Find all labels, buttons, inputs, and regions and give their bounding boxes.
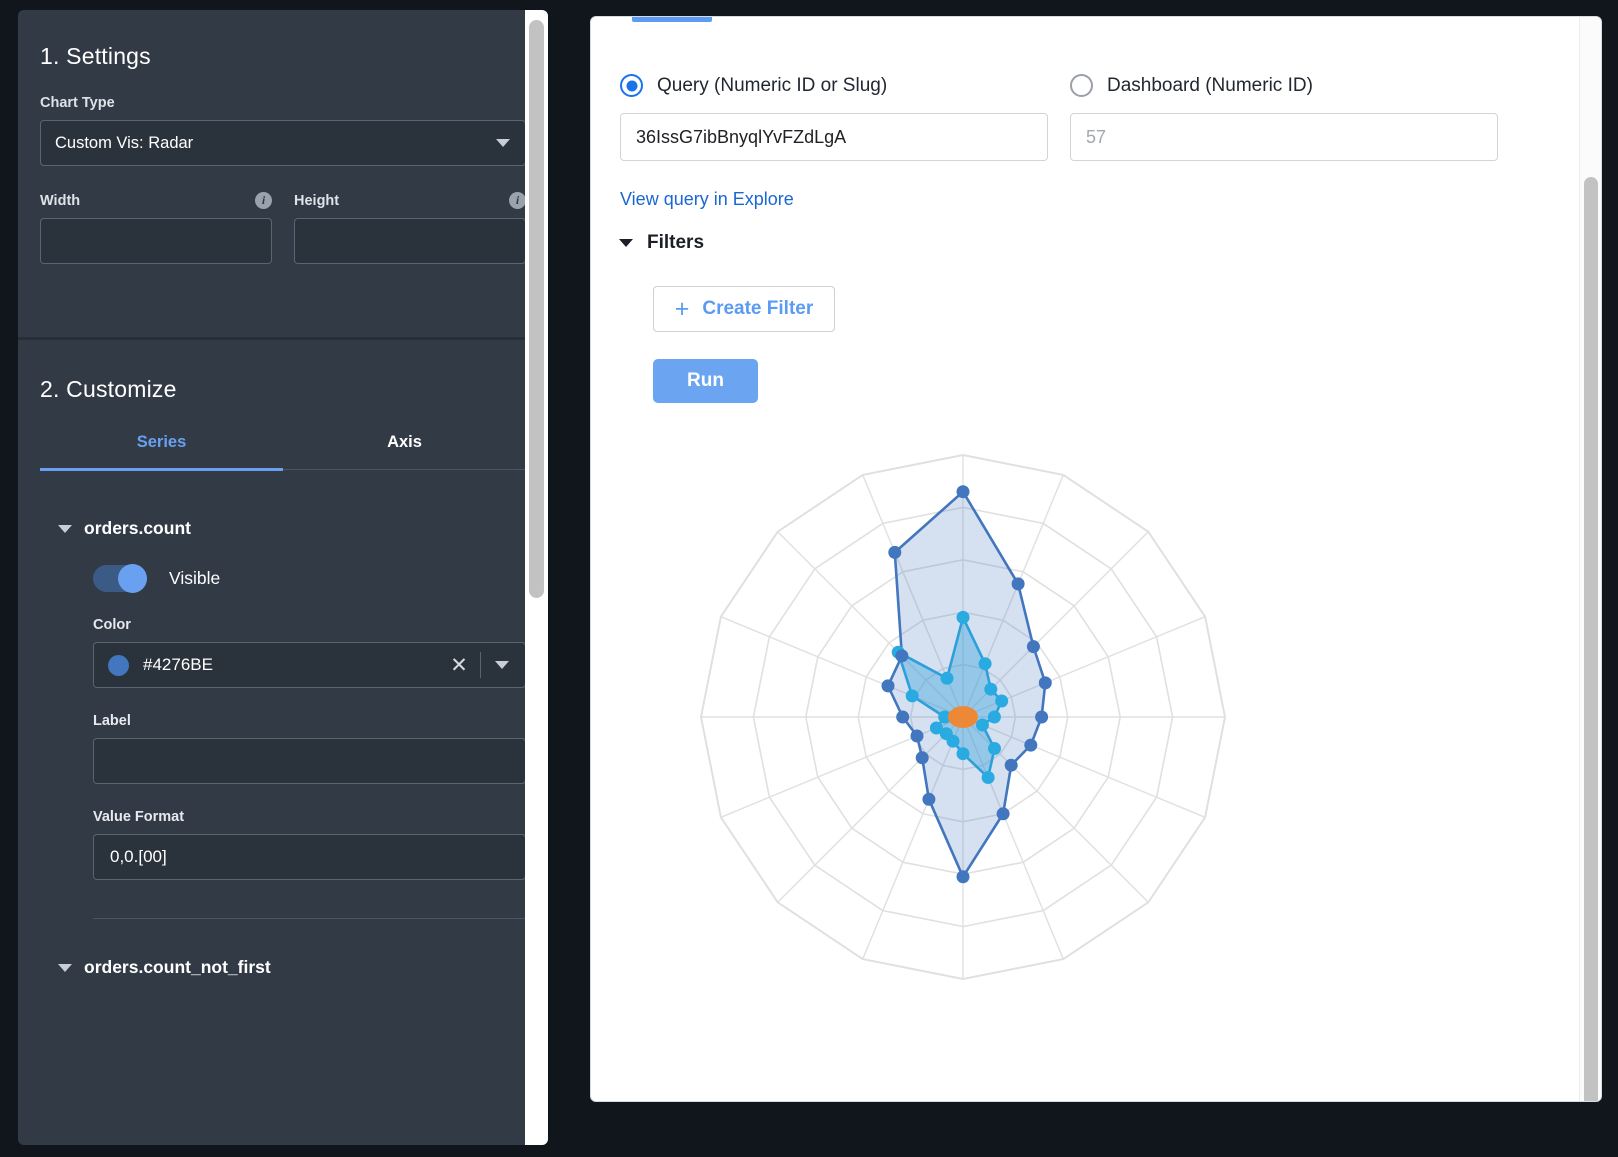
radio-dashboard[interactable]: Dashboard (Numeric ID) — [1070, 74, 1520, 97]
chart-type-value: Custom Vis: Radar — [40, 120, 526, 166]
filters-label: Filters — [647, 232, 704, 254]
height-field-group: Height i — [294, 166, 526, 264]
panel-scrollbar-thumb[interactable] — [1584, 177, 1598, 1102]
value-format-input[interactable]: 0,0.[00] — [93, 834, 526, 880]
width-input[interactable] — [40, 218, 272, 264]
info-icon[interactable]: i — [255, 192, 272, 209]
value-format-label: Value Format — [93, 809, 548, 825]
color-label: Color — [93, 617, 548, 633]
run-button[interactable]: Run — [653, 359, 758, 403]
tab-series[interactable]: Series — [40, 433, 283, 469]
label-label: Label — [93, 713, 548, 729]
radio-query[interactable]: Query (Numeric ID or Slug) — [620, 74, 1070, 97]
width-field-group: Width i — [40, 166, 272, 264]
series-name-label: orders.count_not_first — [84, 957, 271, 978]
radio-query-label: Query (Numeric ID or Slug) — [657, 75, 887, 97]
source-type-radio-group: Query (Numeric ID or Slug) 36IssG7ibBnyq… — [620, 74, 1520, 161]
customize-tabs: Series Axis — [40, 433, 526, 470]
radar-chart-svg — [591, 412, 1581, 1052]
sidebar-scrollbar-thumb[interactable] — [529, 20, 544, 598]
chevron-down-icon — [619, 239, 633, 247]
series-name-label: orders.count — [84, 518, 191, 539]
color-dropdown-button[interactable] — [485, 661, 519, 669]
radio-button-dashboard[interactable] — [1070, 74, 1093, 97]
query-source-column: Query (Numeric ID or Slug) 36IssG7ibBnyq… — [620, 74, 1070, 161]
clear-color-icon[interactable]: ✕ — [442, 653, 476, 678]
settings-section: 1. Settings Chart Type Custom Vis: Radar… — [18, 10, 548, 340]
chart-type-label: Chart Type — [18, 95, 548, 111]
width-label: Width — [40, 193, 80, 209]
app-root: 1. Settings Chart Type Custom Vis: Radar… — [0, 0, 1618, 1157]
create-filter-button[interactable]: + Create Filter — [653, 286, 835, 332]
info-icon[interactable]: i — [509, 192, 526, 209]
sidebar-scrollbar[interactable] — [525, 10, 548, 1145]
height-label: Height — [294, 193, 339, 209]
panel-scrollbar[interactable] — [1579, 17, 1601, 1101]
series-header-orders-count[interactable]: orders.count — [58, 518, 548, 539]
settings-sidebar: 1. Settings Chart Type Custom Vis: Radar… — [18, 10, 548, 1145]
settings-section-title: 1. Settings — [18, 10, 548, 70]
radio-dashboard-label: Dashboard (Numeric ID) — [1107, 75, 1313, 97]
chevron-down-icon — [496, 139, 510, 147]
filters-disclosure[interactable]: Filters — [619, 232, 704, 254]
view-query-in-explore-link[interactable]: View query in Explore — [620, 189, 794, 210]
chevron-down-icon — [58, 525, 72, 533]
create-filter-label: Create Filter — [702, 298, 813, 320]
series-header-orders-count-not-first[interactable]: orders.count_not_first — [58, 957, 548, 978]
customize-section-title: 2. Customize — [18, 343, 548, 403]
series-divider — [93, 918, 526, 919]
label-input[interactable] — [93, 738, 526, 784]
chevron-down-icon — [495, 661, 509, 669]
dashboard-source-column: Dashboard (Numeric ID) 57 — [1070, 74, 1520, 161]
chart-type-select[interactable]: Custom Vis: Radar — [40, 120, 526, 166]
visible-toggle[interactable] — [93, 565, 147, 592]
height-input[interactable] — [294, 218, 526, 264]
customize-section: 2. Customize Series Axis orders.count Vi… — [18, 343, 548, 1145]
color-value: #4276BE — [143, 655, 442, 675]
radar-chart — [591, 412, 1581, 1052]
plus-icon: + — [675, 297, 690, 322]
divider — [480, 652, 481, 678]
chevron-down-icon — [58, 964, 72, 972]
color-swatch — [108, 655, 129, 676]
panel-content: Query (Numeric ID or Slug) 36IssG7ibBnyq… — [591, 17, 1581, 1101]
query-visualization-panel: Query (Numeric ID or Slug) 36IssG7ibBnyq… — [590, 16, 1602, 1102]
radio-button-query[interactable] — [620, 74, 643, 97]
visible-label: Visible — [169, 568, 220, 589]
tab-axis[interactable]: Axis — [283, 433, 526, 469]
tab-active-indicator — [40, 468, 283, 471]
series-visible-row: Visible — [93, 565, 548, 592]
query-id-input[interactable]: 36IssG7ibBnyqlYvFZdLgA — [620, 113, 1048, 161]
dashboard-id-input[interactable]: 57 — [1070, 113, 1498, 161]
color-field[interactable]: #4276BE ✕ — [93, 642, 526, 688]
width-height-row: Width i Height i — [40, 166, 526, 264]
